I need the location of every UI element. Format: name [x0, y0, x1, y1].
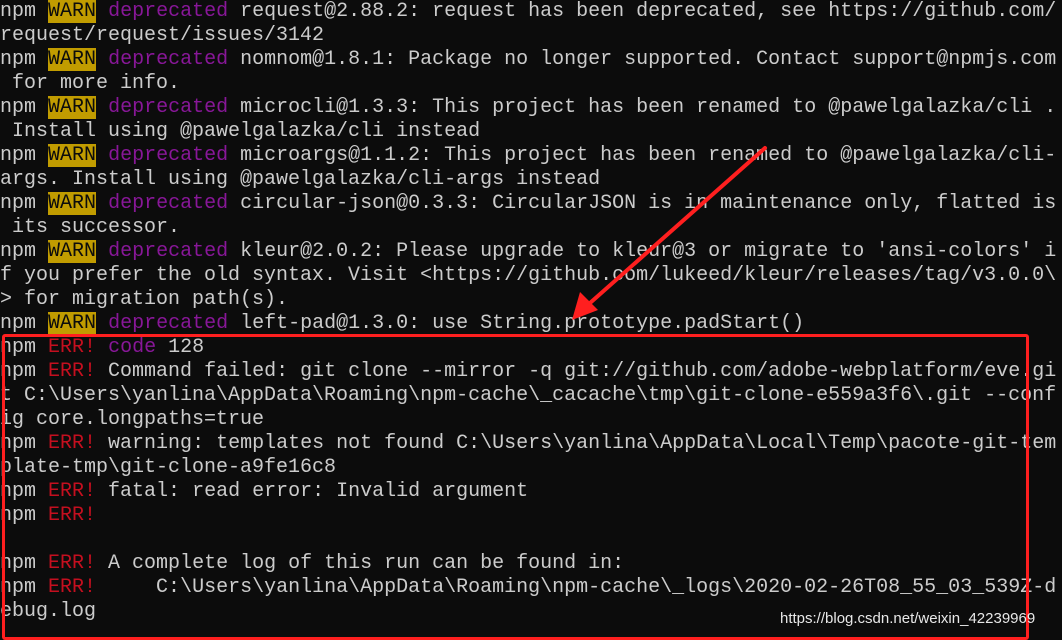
- line-text: plate-tmp\git-clone-a9fe16c8: [0, 456, 337, 479]
- terminal-line: npm WARN deprecated circular-json@0.3.3:…: [0, 192, 1062, 216]
- line-text: ebug.log: [0, 600, 97, 623]
- line-text: request@2.88.2: request has been depreca…: [228, 0, 1057, 23]
- log-level-badge: WARN: [48, 0, 97, 23]
- log-tag: deprecated: [108, 192, 229, 215]
- terminal-line: npm ERR! code 128: [0, 336, 1062, 360]
- terminal-output: npm WARN deprecated request@2.88.2: requ…: [0, 0, 1062, 624]
- terminal-line: npm WARN deprecated left-pad@1.3.0: use …: [0, 312, 1062, 336]
- terminal-line: npm WARN deprecated microargs@1.1.2: Thi…: [0, 144, 1062, 168]
- line-text: nomnom@1.8.1: Package no longer supporte…: [228, 48, 1057, 71]
- log-level-badge: WARN: [48, 144, 97, 167]
- terminal-line: npm ERR! fatal: read error: Invalid argu…: [0, 480, 1062, 504]
- line-prefix: npm: [0, 0, 37, 23]
- log-tag: deprecated: [108, 48, 229, 71]
- line-prefix: npm: [0, 240, 37, 263]
- line-text: 128: [156, 336, 205, 359]
- log-level-badge: ERR!: [48, 336, 97, 359]
- log-level-badge: ERR!: [48, 552, 97, 575]
- log-level-badge: WARN: [48, 96, 97, 119]
- line-text: circular-json@0.3.3: CircularJSON is in …: [228, 192, 1057, 215]
- line-prefix: npm: [0, 576, 37, 599]
- log-level-badge: WARN: [48, 192, 97, 215]
- line-prefix: npm: [0, 504, 37, 527]
- log-tag: code: [108, 336, 157, 359]
- terminal-line: npm ERR!: [0, 504, 1062, 528]
- terminal-line: npm WARN deprecated request@2.88.2: requ…: [0, 0, 1062, 24]
- line-prefix: npm: [0, 480, 37, 503]
- log-tag: deprecated: [108, 0, 229, 23]
- log-level-badge: WARN: [48, 240, 97, 263]
- terminal-line: ig core.longpaths=true: [0, 408, 1062, 432]
- line-text: t C:\Users\yanlina\AppData\Roaming\npm-c…: [0, 384, 1057, 407]
- terminal-line: npm WARN deprecated kleur@2.0.2: Please …: [0, 240, 1062, 264]
- log-level-badge: ERR!: [48, 504, 97, 527]
- line-text: A complete log of this run can be found …: [96, 552, 625, 575]
- line-text: left-pad@1.3.0: use String.prototype.pad…: [228, 312, 805, 335]
- terminal-line: npm ERR! C:\Users\yanlina\AppData\Roamin…: [0, 576, 1062, 600]
- log-level-badge: ERR!: [48, 360, 97, 383]
- line-text: request/request/issues/3142: [0, 24, 325, 47]
- log-tag: deprecated: [108, 240, 229, 263]
- line-prefix: npm: [0, 192, 37, 215]
- line-prefix: npm: [0, 312, 37, 335]
- line-prefix: npm: [0, 336, 37, 359]
- line-text: its successor.: [0, 216, 181, 239]
- log-level-badge: ERR!: [48, 480, 97, 503]
- terminal-line: npm WARN deprecated nomnom@1.8.1: Packag…: [0, 48, 1062, 72]
- log-tag: deprecated: [108, 312, 229, 335]
- terminal-line: > for migration path(s).: [0, 288, 1062, 312]
- line-text: microcli@1.3.3: This project has been re…: [228, 96, 1057, 119]
- log-level-badge: ERR!: [48, 432, 97, 455]
- line-text: fatal: read error: Invalid argument: [96, 480, 529, 503]
- line-prefix: npm: [0, 144, 37, 167]
- line-text: ig core.longpaths=true: [0, 408, 265, 431]
- line-prefix: npm: [0, 552, 37, 575]
- terminal-line: t C:\Users\yanlina\AppData\Roaming\npm-c…: [0, 384, 1062, 408]
- terminal-line: args. Install using @pawelgalazka/cli-ar…: [0, 168, 1062, 192]
- line-text: f you prefer the old syntax. Visit <http…: [0, 264, 1057, 287]
- line-text: C:\Users\yanlina\AppData\Roaming\npm-cac…: [96, 576, 1057, 599]
- terminal-line: its successor.: [0, 216, 1062, 240]
- log-level-badge: WARN: [48, 48, 97, 71]
- terminal-line: f you prefer the old syntax. Visit <http…: [0, 264, 1062, 288]
- terminal-line: npm ERR! Command failed: git clone --mir…: [0, 360, 1062, 384]
- line-text: warning: templates not found C:\Users\ya…: [96, 432, 1057, 455]
- terminal-line: plate-tmp\git-clone-a9fe16c8: [0, 456, 1062, 480]
- line-prefix: npm: [0, 48, 37, 71]
- terminal-line: npm WARN deprecated microcli@1.3.3: This…: [0, 96, 1062, 120]
- line-text: > for migration path(s).: [0, 288, 289, 311]
- terminal-line: npm ERR! warning: templates not found C:…: [0, 432, 1062, 456]
- terminal-line: for more info.: [0, 72, 1062, 96]
- watermark: https://blog.csdn.net/weixin_42239969: [780, 610, 1036, 627]
- log-level-badge: ERR!: [48, 576, 97, 599]
- line-text: args. Install using @pawelgalazka/cli-ar…: [0, 168, 601, 191]
- line-text: Command failed: git clone --mirror -q gi…: [96, 360, 1057, 383]
- line-text: microargs@1.1.2: This project has been r…: [228, 144, 1057, 167]
- log-level-badge: WARN: [48, 312, 97, 335]
- line-text: for more info.: [0, 72, 181, 95]
- log-tag: deprecated: [108, 144, 229, 167]
- terminal-line: request/request/issues/3142: [0, 24, 1062, 48]
- line-prefix: npm: [0, 360, 37, 383]
- line-text: kleur@2.0.2: Please upgrade to kleur@3 o…: [228, 240, 1057, 263]
- terminal-line: npm ERR! A complete log of this run can …: [0, 552, 1062, 576]
- line-text: Install using @pawelgalazka/cli instead: [0, 120, 481, 143]
- terminal-line: Install using @pawelgalazka/cli instead: [0, 120, 1062, 144]
- log-tag: deprecated: [108, 96, 229, 119]
- line-prefix: npm: [0, 96, 37, 119]
- line-prefix: npm: [0, 432, 37, 455]
